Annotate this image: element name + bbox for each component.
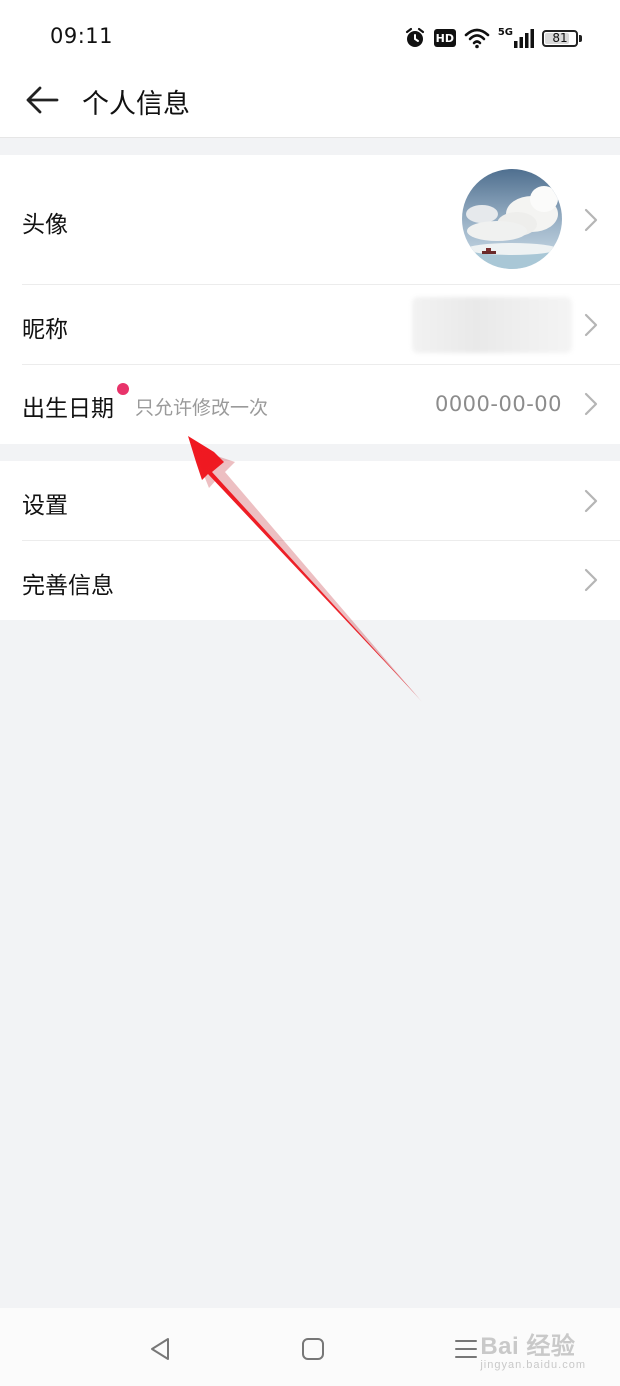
row-nickname[interactable]: 昵称	[0, 285, 620, 365]
header: 个人信息	[0, 72, 620, 138]
avatar	[462, 169, 562, 269]
watermark: Bai 经验 jingyan.baidu.com	[480, 1326, 586, 1371]
row-label-birthdate: 出生日期	[22, 396, 114, 422]
back-arrow-icon	[26, 86, 59, 114]
page-title: 个人信息	[82, 89, 190, 120]
chevron-right-icon	[584, 208, 598, 232]
battery-level: 81	[552, 31, 568, 45]
nickname-value-blurred	[412, 297, 572, 353]
row-birthdate[interactable]: 出生日期 只允许修改一次 0000-00-00	[0, 365, 620, 444]
battery-cap	[579, 34, 582, 42]
settings-group: 设置 完善信息	[0, 461, 620, 620]
back-button[interactable]	[22, 80, 62, 120]
nav-home-icon[interactable]	[298, 1334, 328, 1364]
chevron-right-icon	[584, 568, 598, 592]
5g-signal-icon: 5G	[498, 28, 534, 48]
row-label-avatar: 头像	[22, 212, 68, 238]
watermark-sub: jingyan.baidu.com	[480, 1359, 586, 1371]
birthdate-hint: 只允许修改一次	[135, 397, 269, 419]
row-avatar[interactable]: 头像	[0, 155, 620, 285]
row-label-nickname: 昵称	[22, 317, 68, 343]
profile-group: 头像 昵称 出生日期 只允许修改一次 0000-00-00	[0, 155, 620, 444]
status-time: 09:11	[50, 24, 114, 48]
row-label-settings: 设置	[22, 493, 68, 519]
nav-menu-icon[interactable]	[452, 1334, 482, 1364]
row-complete-info[interactable]: 完善信息	[0, 541, 620, 620]
signal-bars-icon	[514, 29, 534, 48]
row-label-complete-info: 完善信息	[22, 573, 114, 599]
watermark-main: Bai 经验	[480, 1333, 576, 1360]
row-settings[interactable]: 设置	[0, 461, 620, 541]
notification-dot	[117, 383, 129, 395]
wifi-icon	[464, 28, 490, 49]
system-nav-bar: Bai 经验 jingyan.baidu.com	[0, 1308, 620, 1386]
5g-label: 5G	[497, 27, 513, 38]
birthdate-value: 0000-00-00	[434, 392, 562, 416]
chevron-right-icon	[584, 489, 598, 513]
alarm-icon	[405, 27, 424, 47]
battery-icon: 81	[542, 29, 582, 47]
hd-icon: HD	[433, 29, 456, 47]
chevron-right-icon	[584, 313, 598, 337]
status-bar: 09:11 HD 5G 81	[0, 0, 620, 72]
battery-body: 81	[542, 29, 578, 47]
status-icons: HD 5G 81	[404, 24, 582, 52]
nav-back-icon[interactable]	[146, 1334, 176, 1364]
chevron-right-icon	[584, 392, 598, 416]
